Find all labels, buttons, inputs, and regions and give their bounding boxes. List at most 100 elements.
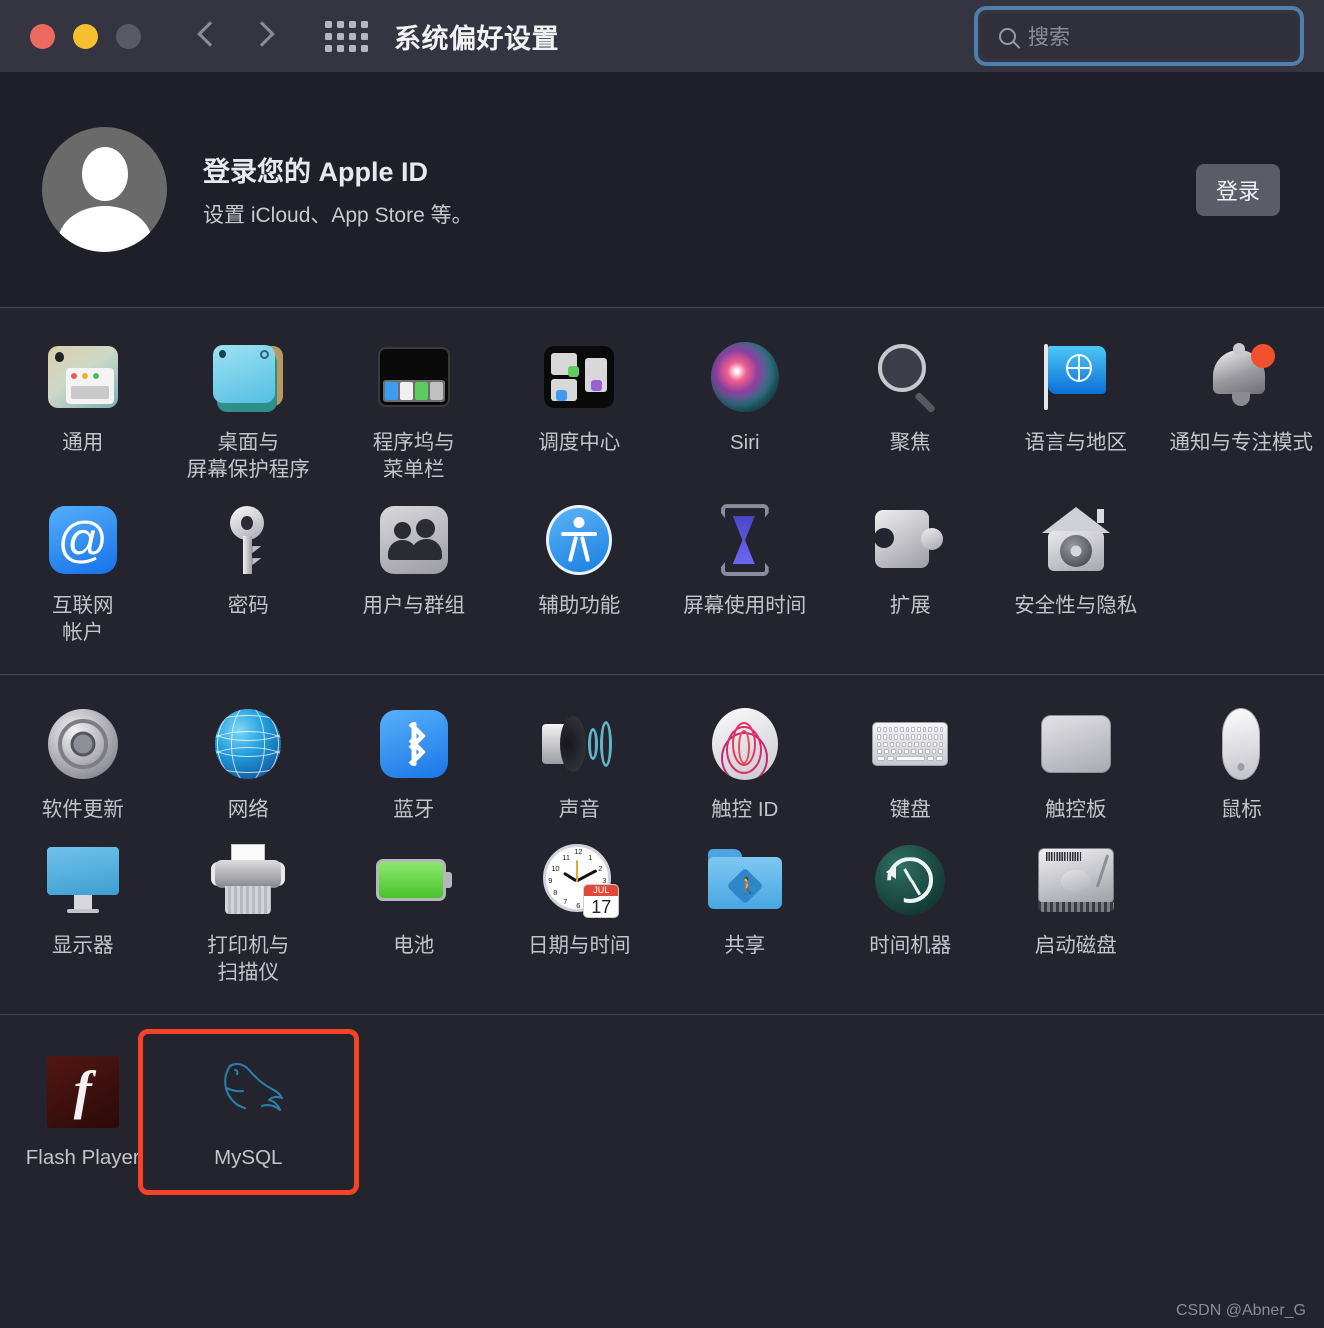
pref-pane-mouse[interactable]: 鼠标 bbox=[1159, 697, 1324, 833]
accessibility-icon bbox=[540, 501, 618, 579]
pref-pane-touch-id[interactable]: 触控 ID bbox=[662, 697, 828, 833]
sign-in-button[interactable]: 登录 bbox=[1195, 163, 1280, 216]
internet-accounts-icon: @ bbox=[44, 501, 122, 579]
pref-label: Siri bbox=[729, 431, 760, 454]
pref-pane-printers[interactable]: 打印机与 扫描仪 bbox=[166, 833, 332, 996]
pref-label: 时间机器 bbox=[869, 934, 952, 958]
empty-slot bbox=[871, 1053, 949, 1131]
pref-label: 辅助功能 bbox=[538, 594, 621, 618]
startup-disk-icon bbox=[1037, 841, 1115, 919]
pref-pane-sharing[interactable]: 🚶 共享 bbox=[662, 833, 828, 969]
apple-id-text: 登录您的 Apple ID 设置 iCloud、App Store 等。 bbox=[203, 150, 473, 229]
empty-slot bbox=[1202, 1053, 1280, 1131]
pref-label: 屏幕使用时间 bbox=[683, 594, 807, 618]
pref-label: 通用 bbox=[62, 431, 104, 454]
security-privacy-icon bbox=[1037, 501, 1115, 579]
empty-slot bbox=[1202, 501, 1280, 579]
spotlight-icon bbox=[871, 338, 949, 416]
screen-time-icon bbox=[706, 501, 784, 579]
general-icon bbox=[44, 338, 122, 416]
empty-slot bbox=[375, 1053, 453, 1131]
trackpad-icon bbox=[1037, 705, 1115, 783]
pref-label: 显示器 bbox=[52, 934, 114, 958]
back-chevron-icon[interactable] bbox=[197, 19, 219, 53]
pref-label: 桌面与 屏幕保护程序 bbox=[186, 431, 310, 482]
pref-label: 通知与专注模式 bbox=[1169, 431, 1314, 454]
pref-pane-notifications[interactable]: 通知与专注模式 bbox=[1159, 330, 1324, 466]
pref-pane-mysql[interactable]: MySQL bbox=[137, 1029, 359, 1196]
pref-label: 声音 bbox=[558, 798, 600, 822]
pref-label: 密码 bbox=[227, 594, 269, 618]
pref-pane-accessibility[interactable]: 辅助功能 bbox=[497, 493, 663, 629]
pref-pane-time-machine[interactable]: 时间机器 bbox=[828, 833, 994, 969]
calendar-month: JUL bbox=[584, 885, 619, 897]
pref-pane-empty bbox=[993, 1045, 1159, 1141]
battery-icon bbox=[375, 841, 453, 919]
system-preferences-window: 系统偏好设置 搜索 登录您的 Apple ID 设置 iCloud、App St… bbox=[0, 0, 1324, 1328]
displays-icon bbox=[44, 841, 122, 919]
search-field-focus-ring: 搜索 bbox=[974, 6, 1304, 66]
pref-pane-screen-time[interactable]: 屏幕使用时间 bbox=[662, 493, 828, 629]
pref-label: 安全性与隐私 bbox=[1014, 594, 1138, 618]
show-all-grid-icon[interactable] bbox=[325, 20, 368, 52]
mysql-dolphin-icon bbox=[209, 1053, 287, 1131]
forward-chevron-icon[interactable] bbox=[253, 19, 275, 53]
section-hardware: 软件更新 网络 蓝牙 声音 触控 ID 键盘 触控板 鼠标 显示器 打印机与 扫… bbox=[0, 675, 1324, 1015]
date-time-icon: 12 1 2 3 4 5 6 7 8 9 10 11 bbox=[540, 841, 620, 919]
pref-pane-extensions[interactable]: 扩展 bbox=[828, 493, 994, 629]
pref-pane-flash-player[interactable]: f Flash Player bbox=[0, 1045, 166, 1181]
pref-pane-startup-disk[interactable]: 启动磁盘 bbox=[993, 833, 1159, 969]
pref-label: MySQL bbox=[214, 1146, 283, 1170]
pref-pane-mission-control[interactable]: 调度中心 bbox=[497, 330, 663, 466]
pref-pane-spotlight[interactable]: 聚焦 bbox=[828, 330, 994, 466]
apple-id-banner[interactable]: 登录您的 Apple ID 设置 iCloud、App Store 等。 登录 bbox=[0, 72, 1324, 307]
pref-pane-users-groups[interactable]: 用户与群组 bbox=[331, 493, 497, 629]
pref-pane-passwords[interactable]: 密码 bbox=[166, 493, 332, 629]
pref-pane-date-time[interactable]: 12 1 2 3 4 5 6 7 8 9 10 11 bbox=[497, 833, 663, 969]
minimize-button[interactable] bbox=[73, 23, 98, 49]
page-title: 系统偏好设置 bbox=[394, 23, 559, 54]
empty-slot bbox=[540, 1053, 618, 1131]
pref-label: 触控 ID bbox=[711, 798, 779, 822]
pref-label: 日期与时间 bbox=[528, 934, 631, 958]
pref-label: 程序坞与 菜单栏 bbox=[372, 431, 455, 482]
search-placeholder: 搜索 bbox=[1028, 26, 1070, 49]
pref-label: 打印机与 扫描仪 bbox=[207, 934, 290, 985]
pref-label: 键盘 bbox=[889, 798, 931, 822]
pref-pane-empty bbox=[662, 1045, 828, 1141]
pref-pane-internet-accounts[interactable]: @ 互联网 帐户 bbox=[0, 493, 166, 656]
pref-pane-network[interactable]: 网络 bbox=[166, 697, 332, 833]
pref-label: 共享 bbox=[724, 934, 766, 958]
pref-label: 聚焦 bbox=[889, 431, 931, 454]
watermark: CSDN @Abner_G bbox=[1175, 1302, 1306, 1319]
pref-pane-empty bbox=[1159, 493, 1324, 602]
pref-label: 启动磁盘 bbox=[1034, 934, 1117, 958]
icon-row: 显示器 打印机与 扫描仪 电池 12 1 2 3 6 7 8 9 10 11 J… bbox=[0, 833, 1324, 996]
pref-pane-language[interactable]: 语言与地区 bbox=[993, 330, 1159, 466]
close-button[interactable] bbox=[30, 23, 55, 49]
pref-pane-security[interactable]: 安全性与隐私 bbox=[993, 493, 1159, 629]
pref-pane-displays[interactable]: 显示器 bbox=[0, 833, 166, 969]
pref-pane-keyboard[interactable]: 键盘 bbox=[828, 697, 994, 833]
pref-pane-software-update[interactable]: 软件更新 bbox=[0, 697, 166, 833]
pref-pane-dock[interactable]: 程序坞与 菜单栏 bbox=[331, 330, 497, 493]
pref-pane-trackpad[interactable]: 触控板 bbox=[993, 697, 1159, 833]
sound-speaker-icon bbox=[540, 705, 618, 783]
pref-pane-empty bbox=[1159, 833, 1324, 942]
pref-label: 鼠标 bbox=[1220, 798, 1262, 822]
pref-pane-siri[interactable]: Siri bbox=[662, 330, 828, 466]
pref-pane-desktop[interactable]: 桌面与 屏幕保护程序 bbox=[166, 330, 332, 493]
pref-pane-empty bbox=[1159, 1045, 1324, 1141]
icon-row: @ 互联网 帐户 密码 用户与群组 辅助功能 屏幕使用时间 扩展 安全性与隐私 bbox=[0, 493, 1324, 656]
pref-pane-sound[interactable]: 声音 bbox=[497, 697, 663, 833]
network-globe-icon bbox=[209, 705, 287, 783]
pref-pane-battery[interactable]: 电池 bbox=[331, 833, 497, 969]
pref-label: 调度中心 bbox=[538, 431, 621, 454]
pref-pane-bluetooth[interactable]: 蓝牙 bbox=[331, 697, 497, 833]
extensions-puzzle-icon bbox=[871, 501, 949, 579]
flash-player-icon: f bbox=[44, 1053, 122, 1131]
zoom-button[interactable] bbox=[116, 23, 141, 49]
pref-pane-general[interactable]: 通用 bbox=[0, 330, 166, 466]
pref-label: 蓝牙 bbox=[393, 798, 435, 822]
search-input[interactable]: 搜索 bbox=[981, 13, 1297, 59]
